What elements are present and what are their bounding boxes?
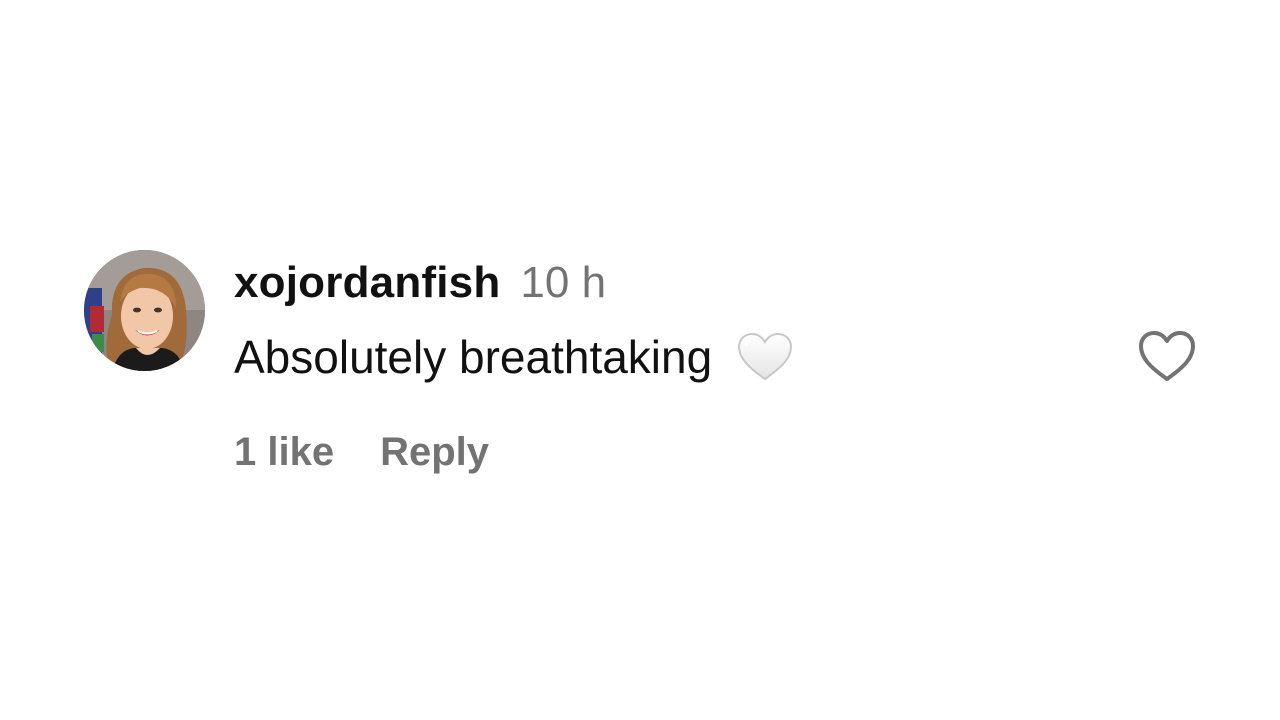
like-comment-button[interactable] <box>1136 328 1198 384</box>
comment: xojordanfish 10 h Absolutely breathtakin… <box>0 0 1280 720</box>
avatar-image <box>84 250 205 371</box>
white-heart-emoji-icon <box>736 331 794 383</box>
username-link[interactable]: xojordanfish <box>234 258 500 308</box>
comment-header: xojordanfish 10 h <box>234 258 606 318</box>
heart-outline-icon <box>1139 331 1195 381</box>
comment-body: Absolutely breathtaking <box>234 326 794 388</box>
timestamp[interactable]: 10 h <box>520 258 606 308</box>
reply-button[interactable]: Reply <box>380 430 489 475</box>
comment-actions: 1 like Reply <box>234 424 489 480</box>
comment-text: Absolutely breathtaking <box>234 331 713 383</box>
avatar[interactable] <box>84 250 205 371</box>
likes-count-link[interactable]: 1 like <box>234 430 334 475</box>
